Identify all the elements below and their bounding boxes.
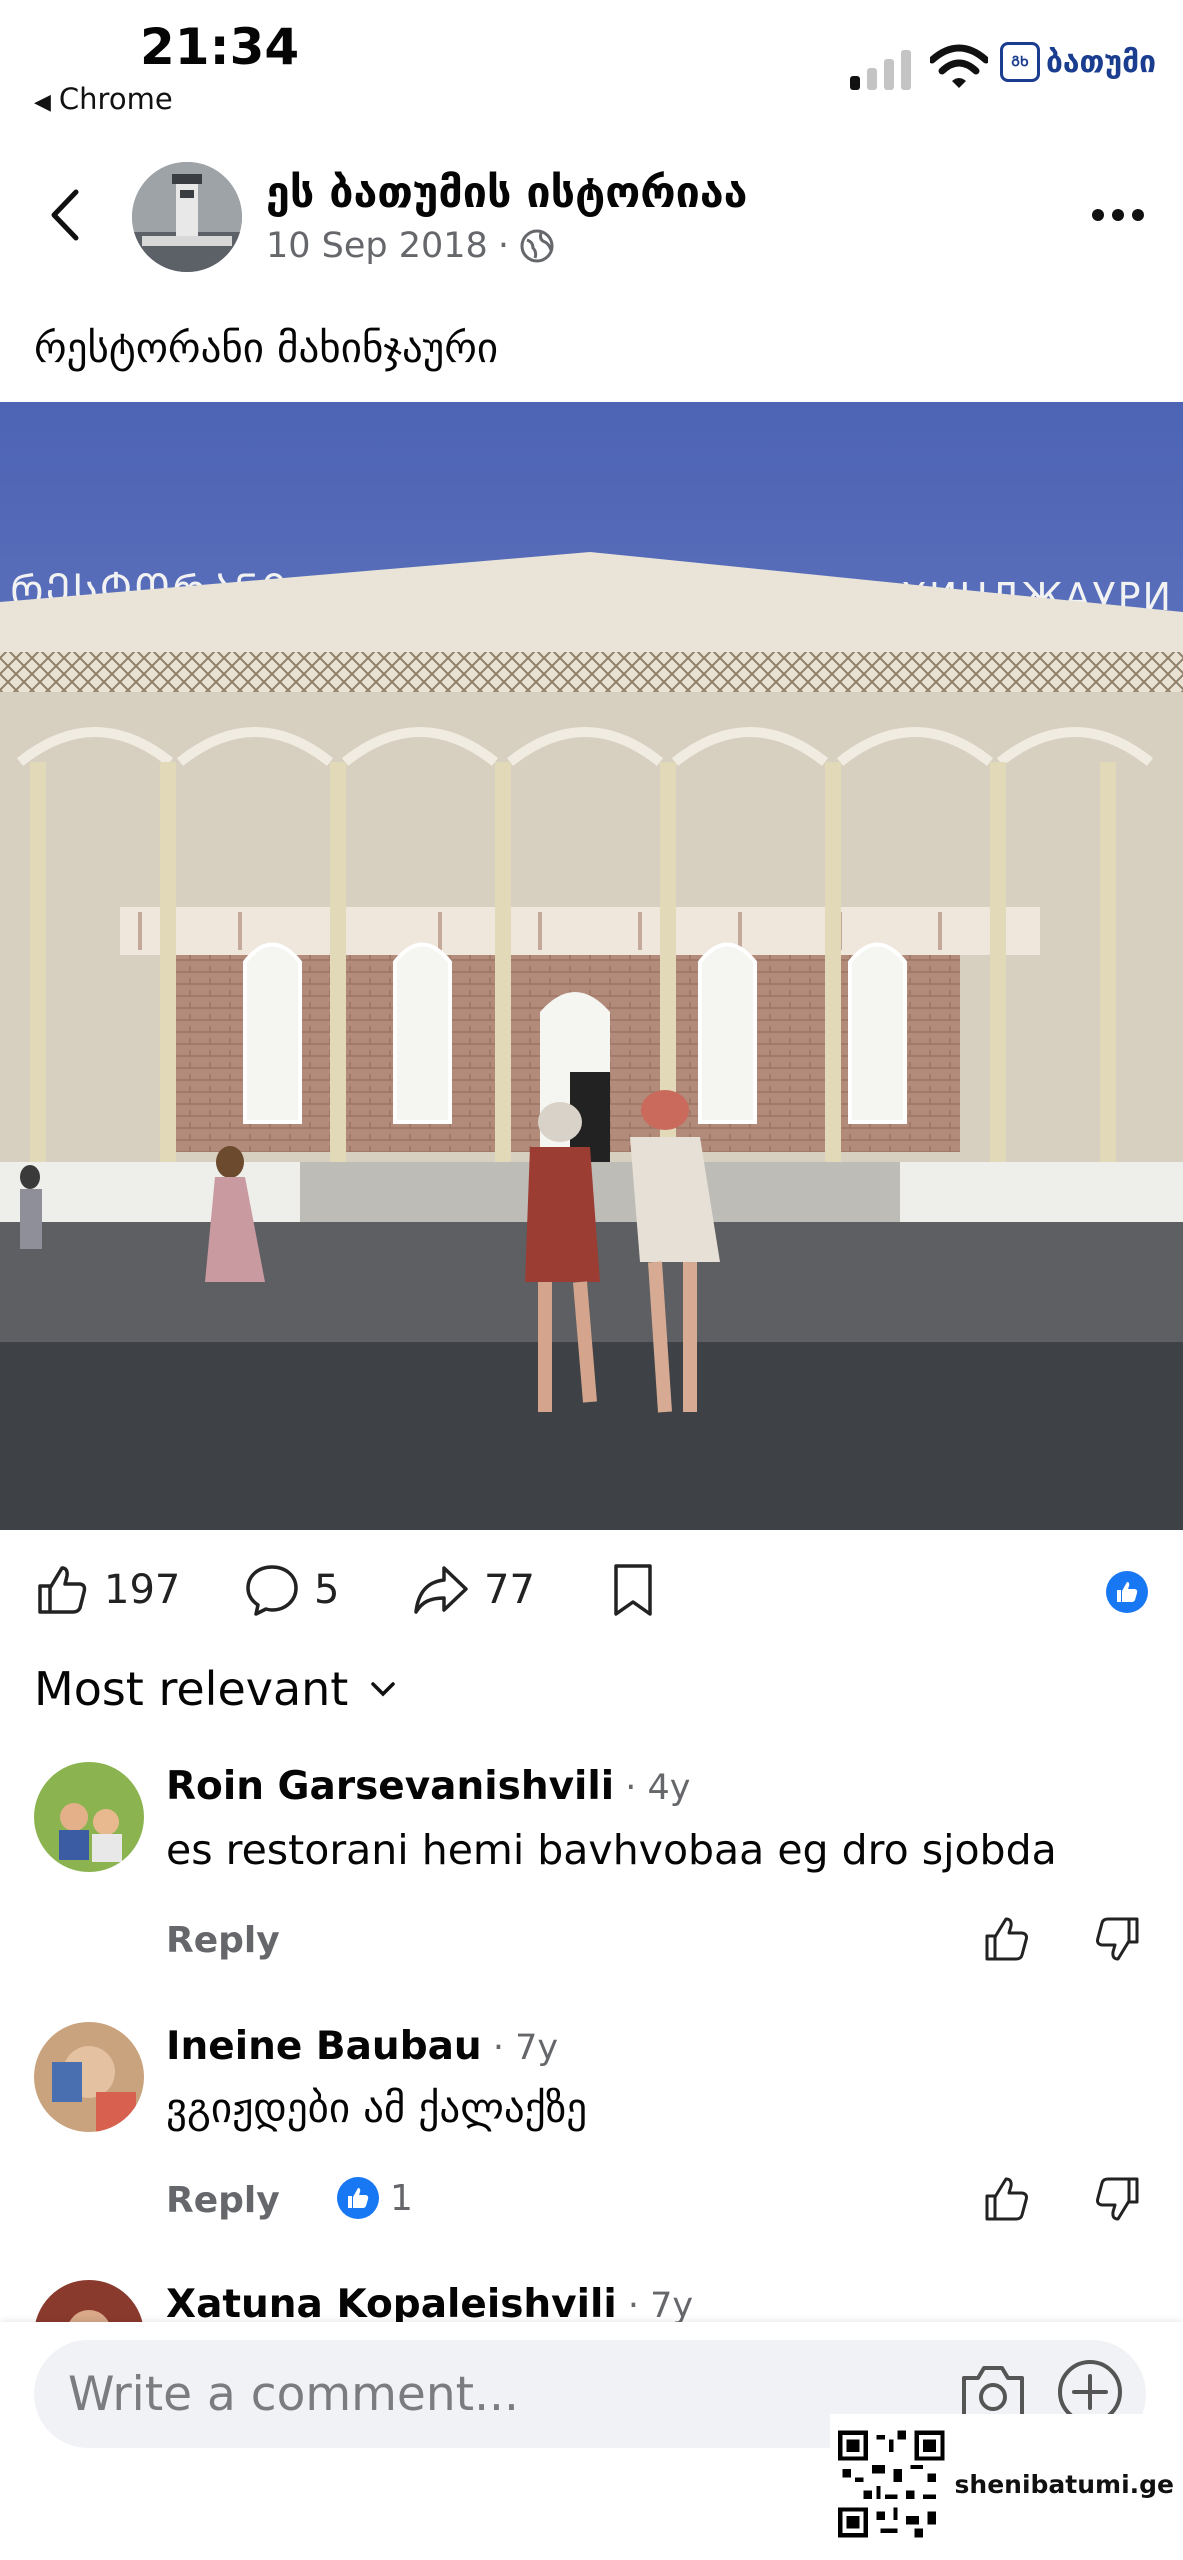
comment-like-icon[interactable] <box>982 2174 1032 2224</box>
comment-dislike-icon[interactable] <box>1092 2174 1142 2224</box>
sort-label-text: Most relevant <box>34 1662 349 1716</box>
back-to-app-link[interactable]: ◀ Chrome <box>34 82 173 116</box>
comment-author-name: Xatuna Kopaleishvili <box>166 2282 617 2327</box>
globe-icon <box>520 229 554 263</box>
comment-avatar[interactable] <box>34 2022 144 2132</box>
comment-button[interactable]: 5 <box>244 1558 339 1622</box>
logo-text: ბათუმი <box>1046 44 1157 80</box>
comment-bubble-icon <box>246 1565 298 1616</box>
comment-dislike-icon[interactable] <box>1092 1914 1142 1964</box>
post-photo[interactable]: ᲠᲔᲡᲢᲝᲠᲐᲜᲘ МАХИНДЖАУРИ <box>0 402 1183 1530</box>
bookmark-icon <box>614 1564 652 1616</box>
comment-author[interactable]: Xatuna Kopaleishvili · 7y <box>166 2282 693 2327</box>
comment-count: 5 <box>314 1567 340 1613</box>
save-button[interactable] <box>610 1558 656 1622</box>
comment-like-icon[interactable] <box>982 1914 1032 1964</box>
comment-reaction-count[interactable]: 1 <box>336 2176 413 2220</box>
share-arrow-icon <box>414 1566 468 1614</box>
comment-age: · 7y <box>616 2286 694 2326</box>
comment-text: ვგიჟდები ამ ქალაქზე <box>166 2084 588 2132</box>
like-count: 197 <box>104 1567 181 1613</box>
post-text: რესტორანი მახინჯაური <box>34 324 499 372</box>
reaction-count: 1 <box>390 2177 413 2219</box>
comment-author-name: Ineine Baubau <box>166 2024 482 2069</box>
reply-button[interactable]: Reply <box>166 2180 280 2221</box>
lighthouse-avatar-image <box>132 162 242 272</box>
comment-author[interactable]: Roin Garsevanishvili · 4y <box>166 1764 691 1809</box>
reply-button[interactable]: Reply <box>166 1920 280 1961</box>
qr-code-icon <box>838 2430 945 2538</box>
page-name[interactable]: ეს ბათუმის ისტორიაა <box>266 168 747 218</box>
chevron-down-icon <box>371 1682 396 1697</box>
comment-author-name: Roin Garsevanishvili <box>166 1764 615 1809</box>
thumbs-up-icon <box>38 1566 87 1614</box>
post-date: 10 Sep 2018 <box>266 226 488 266</box>
cellular-signal-icon <box>850 50 911 90</box>
back-arrow-button[interactable] <box>40 180 90 250</box>
like-button[interactable]: 197 <box>34 1558 180 1622</box>
comment-sort-dropdown[interactable]: Most relevant <box>34 1662 396 1716</box>
meta-separator: · <box>497 226 509 266</box>
comment-age: · 4y <box>614 1768 691 1808</box>
watermark-logo: ᲒᲮ ბათუმი <box>1000 32 1156 92</box>
post-meta: 10 Sep 2018 · <box>266 226 555 266</box>
comment-author[interactable]: Ineine Baubau · 7y <box>166 2024 558 2069</box>
status-time: 21:34 <box>140 18 300 76</box>
wifi-icon <box>930 44 988 88</box>
comment-age: · 7y <box>481 2028 559 2068</box>
back-app-label: Chrome <box>58 82 173 116</box>
watermark-qr: shenibatumi.ge <box>830 2414 1174 2554</box>
avatar-image <box>34 1762 144 1872</box>
avatar-image <box>34 2022 144 2132</box>
watermark-site-label: shenibatumi.ge <box>954 2469 1174 2499</box>
more-options-icon[interactable] <box>1090 200 1146 230</box>
comment-avatar[interactable] <box>34 1762 144 1872</box>
back-triangle-icon: ◀ <box>34 90 51 115</box>
logo-box-icon: ᲒᲮ <box>1000 42 1040 82</box>
page-avatar[interactable] <box>132 162 242 272</box>
like-reaction-icon <box>337 2177 379 2219</box>
share-count: 77 <box>484 1567 535 1613</box>
share-button[interactable]: 77 <box>412 1558 535 1622</box>
comment-text: es restorani hemi bavhvobaa eg dro sjobd… <box>166 1826 1057 1874</box>
like-reaction-icon[interactable] <box>1105 1570 1149 1614</box>
